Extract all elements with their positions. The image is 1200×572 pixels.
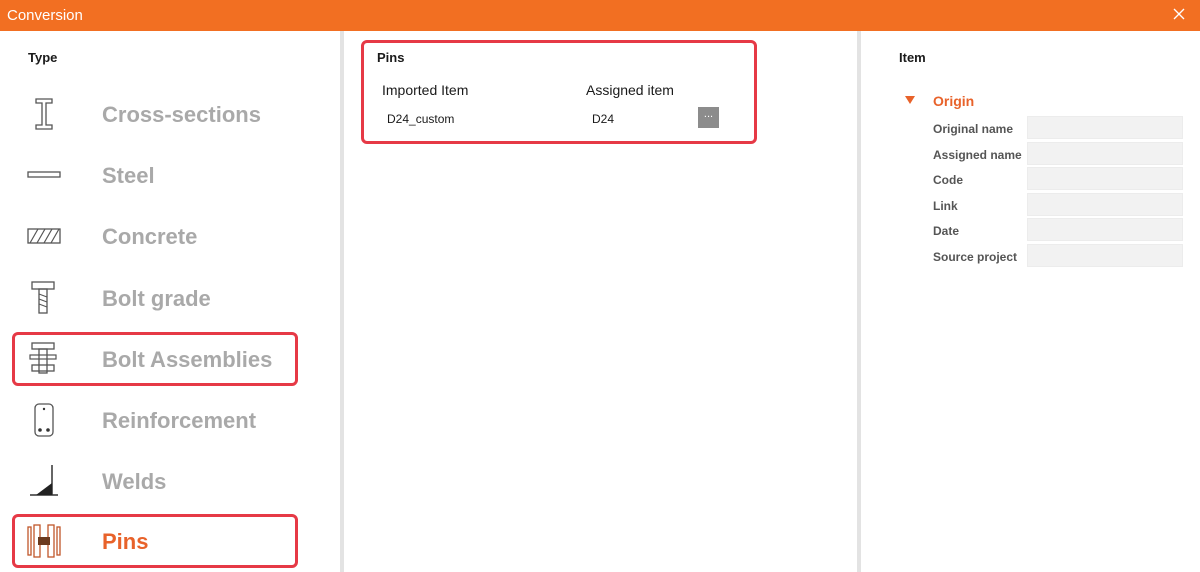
field-label: Date xyxy=(933,224,960,238)
code-field[interactable] xyxy=(1027,167,1183,190)
imported-item-header: Imported Item xyxy=(382,82,469,98)
type-panel: Type Cross-sections Steel Concrete Bolt … xyxy=(0,31,340,572)
type-item-bolt-grade[interactable]: Bolt grade xyxy=(12,271,298,325)
reinforcement-icon xyxy=(34,403,54,437)
field-label: Code xyxy=(933,173,963,187)
type-item-label: Steel xyxy=(102,163,155,188)
type-item-cross-sections[interactable]: Cross-sections xyxy=(12,87,298,141)
pins-section: Pins Imported Item Assigned item D24_cus… xyxy=(361,40,757,144)
pins-heading: Pins xyxy=(377,50,405,65)
field-label: Link xyxy=(933,199,958,213)
date-field[interactable] xyxy=(1027,218,1183,241)
type-item-label: Concrete xyxy=(102,224,198,249)
type-item-label: Bolt Assemblies xyxy=(102,347,273,372)
close-icon[interactable] xyxy=(1172,7,1186,21)
original-name-field[interactable] xyxy=(1027,116,1183,139)
bolt-assembly-icon xyxy=(29,342,57,374)
title-bar: Conversion xyxy=(0,0,1200,31)
cross-section-icon xyxy=(35,98,53,130)
link-field[interactable] xyxy=(1027,193,1183,216)
window-title: Conversion xyxy=(7,7,83,24)
pins-panel: Pins Imported Item Assigned item D24_cus… xyxy=(344,31,857,572)
item-panel: Item Origin Original name Assigned name … xyxy=(861,31,1200,572)
field-label: Original name xyxy=(933,122,1014,136)
browse-button[interactable]: ... xyxy=(698,107,719,128)
type-item-label: Reinforcement xyxy=(102,408,257,433)
field-label: Source project xyxy=(933,250,1018,264)
origin-label: Origin xyxy=(933,93,975,109)
source-project-field[interactable] xyxy=(1027,244,1183,267)
bolt-grade-icon xyxy=(31,281,55,314)
type-heading: Type xyxy=(28,50,58,65)
imported-item-cell: D24_custom xyxy=(387,112,455,126)
type-item-label: Welds xyxy=(102,469,167,494)
type-item-label: Cross-sections xyxy=(102,102,261,127)
field-label: Assigned name xyxy=(933,148,1022,162)
assigned-name-field[interactable] xyxy=(1027,142,1183,165)
caret-down-icon xyxy=(905,96,915,104)
type-item-reinforcement[interactable]: Reinforcement xyxy=(12,393,298,447)
steel-icon xyxy=(27,171,61,178)
pin-icon xyxy=(27,524,61,558)
type-item-label: Bolt grade xyxy=(102,286,211,311)
type-item-welds[interactable]: Welds xyxy=(12,454,298,508)
item-heading: Item xyxy=(899,50,926,65)
assigned-item-cell[interactable]: D24 xyxy=(592,112,614,126)
type-item-bolt-assemblies[interactable]: Bolt Assemblies xyxy=(12,332,298,386)
type-item-concrete[interactable]: Concrete xyxy=(12,209,298,263)
assigned-item-header: Assigned item xyxy=(586,82,674,98)
type-item-label: Pins xyxy=(102,529,149,554)
concrete-icon xyxy=(27,228,61,244)
type-item-pins[interactable]: Pins xyxy=(12,514,298,568)
weld-icon xyxy=(30,465,58,496)
type-item-steel[interactable]: Steel xyxy=(12,148,298,202)
